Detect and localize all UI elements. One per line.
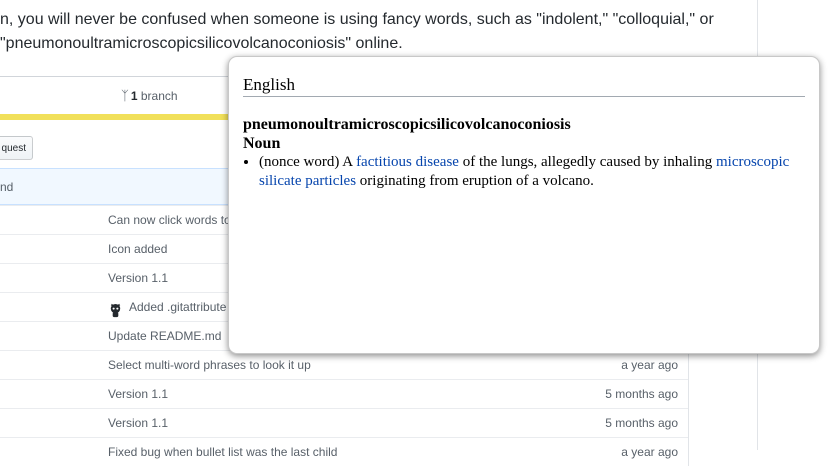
table-row: Version 1.1 5 months ago <box>0 408 688 437</box>
commit-message-link[interactable]: Version 1.1 <box>108 380 168 408</box>
table-row: Version 1.1 5 months ago <box>0 379 688 408</box>
commit-message-text: Added .gitattribute <box>129 300 227 314</box>
branch-icon: ᛉ <box>121 88 129 103</box>
definition-item: (nonce word) A factitious disease of the… <box>259 153 805 191</box>
readme-intro: n, you will never be confused when someo… <box>0 8 740 56</box>
commit-age: a year ago <box>621 358 678 372</box>
branch-count-link[interactable]: ᛉ1 branch <box>121 88 178 103</box>
branch-count: 1 <box>130 89 138 103</box>
commit-message-text: Can now click words to <box>108 213 231 227</box>
commit-message-text: Version 1.1 <box>108 416 169 430</box>
commit-message-link[interactable]: Version 1.1 <box>108 264 168 292</box>
commit-message-link[interactable]: Update README.md <box>108 322 221 350</box>
table-row: Select multi-word phrases to look it up … <box>0 350 688 379</box>
definition-link-factitious-disease[interactable]: factitious disease <box>356 154 459 170</box>
commit-tease-text: nd <box>0 180 14 194</box>
commit-message-text: Select multi-word phrases to look it up <box>108 358 311 372</box>
definition-list: (nonce word) A factitious disease of the… <box>243 153 805 191</box>
commit-message-text: Fixed bug when bullet list was the last … <box>108 445 338 459</box>
commit-message-text: Update README.md <box>108 329 222 343</box>
definition-suffix: originating from eruption of a volcano. <box>356 173 594 189</box>
commit-message-text: Version 1.1 <box>108 271 169 285</box>
commit-message-link[interactable]: Icon added <box>108 235 167 263</box>
commit-age: 5 months ago <box>605 387 678 401</box>
octocat-icon <box>108 300 123 317</box>
commit-message-text: Icon added <box>108 242 168 256</box>
commit-message-text: Version 1.1 <box>108 387 169 401</box>
commit-message-link[interactable]: Added .gitattribute <box>108 293 226 321</box>
definition-middle: of the lungs, allegedly caused by inhali… <box>458 154 716 170</box>
branch-label: branch <box>140 89 178 103</box>
readme-line-2: "pneumonoultramicroscopicsilicovolcanoco… <box>0 35 403 52</box>
part-of-speech: Noun <box>243 135 281 152</box>
commit-message-link[interactable]: Version 1.1 <box>108 409 168 437</box>
commit-message-link[interactable]: Can now click words to <box>108 206 231 234</box>
definition-prefix: (nonce word) A <box>259 154 357 170</box>
commit-message-link[interactable]: Select multi-word phrases to look it up <box>108 351 311 379</box>
table-row: Fixed bug when bullet list was the last … <box>0 437 688 466</box>
dictionary-popup: English pneumonoultramicroscopicsilicovo… <box>228 56 820 354</box>
commit-age: 5 months ago <box>605 416 678 430</box>
new-pull-request-button[interactable]: quest <box>0 136 33 160</box>
commit-age: a year ago <box>621 445 678 459</box>
commit-message-link[interactable]: Fixed bug when bullet list was the last … <box>108 438 337 466</box>
language-heading: English <box>243 75 805 97</box>
readme-line-1: n, you will never be confused when someo… <box>0 11 714 28</box>
headword: pneumonoultramicroscopicsilicovolcanocon… <box>243 116 571 133</box>
